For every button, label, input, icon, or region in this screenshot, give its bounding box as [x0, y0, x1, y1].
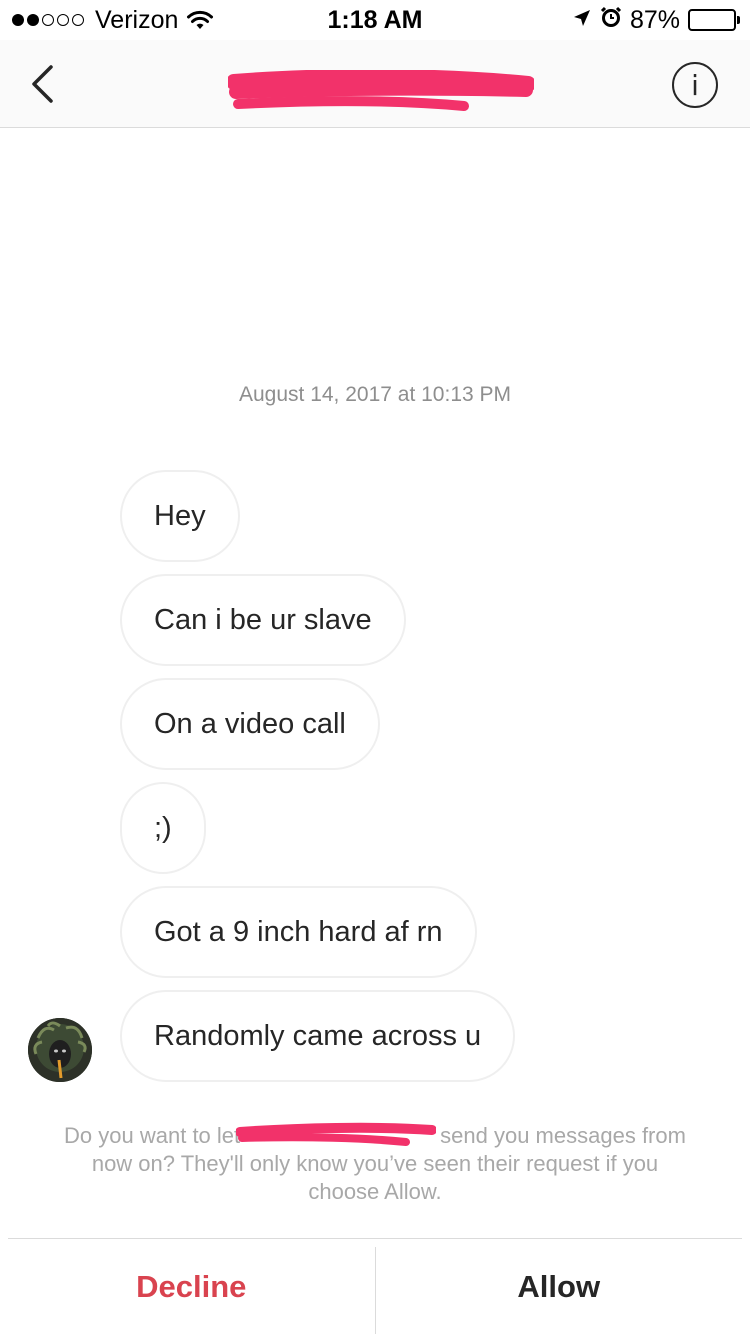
back-button[interactable] [20, 62, 64, 106]
message-bubble[interactable]: Hey [120, 470, 240, 562]
thread-timestamp: August 14, 2017 at 10:13 PM [238, 383, 512, 406]
request-line3: choose Allow. [308, 1179, 442, 1204]
sender-avatar[interactable] [28, 1018, 92, 1082]
redaction-mark [228, 70, 534, 111]
battery-icon [688, 9, 740, 31]
nav-bar: i [0, 40, 750, 128]
request-line1-before: Do you want to let [64, 1123, 241, 1148]
status-bar: Verizon 1:18 AM 87% [0, 0, 750, 40]
allow-button[interactable]: Allow [376, 1239, 743, 1334]
message-bubble[interactable]: On a video call [120, 678, 380, 770]
decline-button[interactable]: Decline [8, 1239, 375, 1334]
message-bubble[interactable]: ;) [120, 782, 206, 874]
message-bubble[interactable]: Can i be ur slave [120, 574, 406, 666]
request-action-bar: Decline Allow [8, 1238, 742, 1334]
chevron-left-icon [32, 65, 53, 103]
request-line2: now on? They'll only know you’ve seen th… [91, 1151, 659, 1176]
message-list: Hey Can i be ur slave On a video call ;)… [120, 470, 680, 1094]
location-arrow-icon [572, 6, 592, 35]
alarm-icon [600, 6, 622, 35]
battery-percent: 87% [629, 5, 680, 34]
message-bubble[interactable]: Got a 9 inch hard af rn [120, 886, 477, 978]
info-icon: i [691, 68, 699, 102]
message-bubble[interactable]: Randomly came across u [120, 990, 516, 1082]
request-line1-after: send you messages from [440, 1123, 686, 1148]
status-right: 87% [564, 6, 740, 34]
redaction-mark [236, 1122, 436, 1146]
info-button[interactable]: i [672, 62, 718, 108]
